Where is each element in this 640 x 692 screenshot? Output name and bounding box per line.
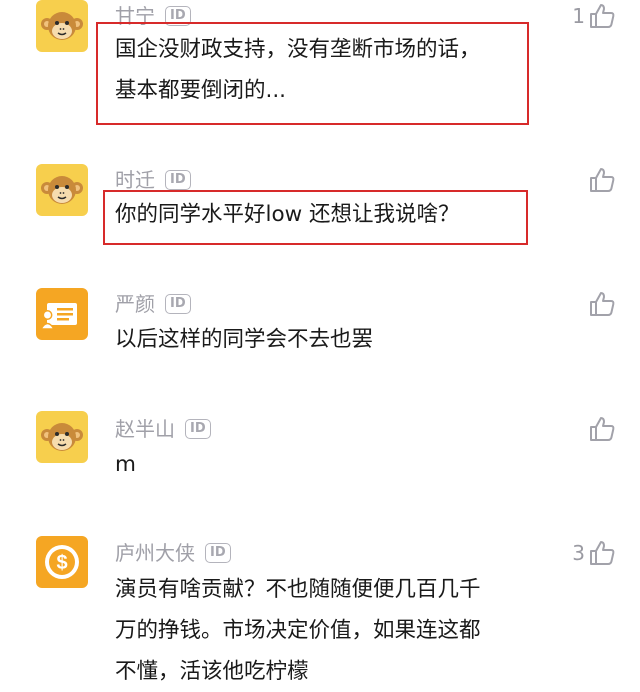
comment-text: 演员有啥贡献？不也随随便便几百几千 万的挣钱。市场决定价值，如果连这都 不懂，活… <box>115 569 481 692</box>
comment-text: 以后这样的同学会不去也罢 <box>115 319 373 360</box>
avatar[interactable] <box>36 164 88 216</box>
id-badge: ID <box>205 543 231 563</box>
thumbs-up-icon <box>590 541 615 565</box>
comment-header: 赵半山 ID <box>115 415 211 443</box>
comment-line: 以后这样的同学会不去也罢 <box>115 327 374 352</box>
id-card-icon <box>39 303 77 330</box>
comment-line: 演员有啥贡献？不也随随便便几百几千 <box>115 577 481 602</box>
avatar[interactable]: $ <box>36 536 88 588</box>
avatar[interactable] <box>36 0 88 52</box>
monkey-icon <box>41 423 83 451</box>
dollar-coin-icon: $ <box>45 545 79 579</box>
avatar[interactable] <box>36 288 88 340</box>
comment-line: 万的挣钱。市场决定价值，如果连这都 <box>115 618 481 643</box>
like-count: 1 <box>572 4 585 28</box>
id-badge: ID <box>165 170 191 190</box>
comment-line: 不懂，活该他吃柠檬 <box>115 659 309 684</box>
thumbs-up-icon <box>590 4 615 28</box>
monkey-icon <box>41 12 83 40</box>
like-button[interactable] <box>585 290 616 318</box>
commenter-name[interactable]: 赵半山 <box>115 415 175 443</box>
id-badge: ID <box>185 419 211 439</box>
avatar[interactable] <box>36 411 88 463</box>
id-badge: ID <box>165 294 191 314</box>
like-count: 3 <box>572 541 585 565</box>
comment-header: 庐州大侠 ID <box>115 539 231 567</box>
comment-line: m <box>115 452 136 477</box>
thumbs-up-icon <box>590 292 615 316</box>
highlight-box <box>96 22 529 125</box>
like-button[interactable] <box>585 166 616 194</box>
comment-text: m <box>115 444 136 485</box>
like-button[interactable]: 3 <box>572 539 616 567</box>
thumbs-up-icon <box>590 417 615 441</box>
monkey-icon <box>41 176 83 204</box>
commenter-name[interactable]: 严颜 <box>115 290 155 318</box>
highlight-box <box>103 190 528 245</box>
like-button[interactable]: 1 <box>572 2 616 30</box>
like-button[interactable] <box>585 415 616 443</box>
commenter-name[interactable]: 庐州大侠 <box>115 539 195 567</box>
thumbs-up-icon <box>590 168 615 192</box>
comment-header: 严颜 ID <box>115 290 191 318</box>
svg-text:$: $ <box>56 552 67 574</box>
